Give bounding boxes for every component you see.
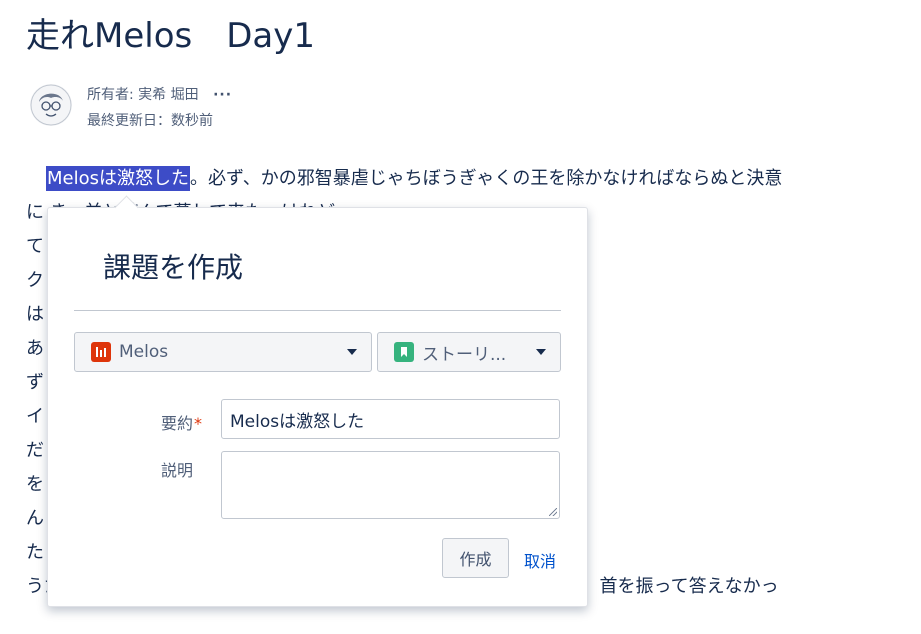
- summary-label-text: 要約: [161, 414, 194, 433]
- avatar[interactable]: [30, 84, 72, 126]
- page-title: 走れMelos Day1: [26, 16, 315, 56]
- selected-text[interactable]: Melosは激怒した: [46, 166, 190, 191]
- required-mark: *: [194, 414, 203, 433]
- more-options-icon[interactable]: ···: [213, 87, 232, 103]
- description-textarea[interactable]: [221, 451, 560, 519]
- dialog-title: 課題を作成: [103, 251, 244, 284]
- last-updated: 最終更新日：数秒前: [87, 113, 213, 129]
- body-line-text: 。必ず、かの邪智暴虐じゃちぼうぎゃくの王を除かなければならぬと決意: [190, 168, 783, 189]
- project-select[interactable]: Melos: [74, 332, 372, 372]
- story-icon: [394, 342, 414, 362]
- issue-type-select[interactable]: ストーリ...: [377, 332, 561, 372]
- owner-text: 所有者: 実希 堀田: [87, 87, 199, 103]
- issue-type-label: ストーリ...: [422, 344, 507, 365]
- create-issue-dialog: 課題を作成 Melos ストーリ... 要約* 説明 作成 取消: [47, 195, 588, 607]
- project-icon: [91, 342, 111, 362]
- create-button[interactable]: 作成: [442, 538, 509, 578]
- chevron-down-icon: [536, 349, 546, 355]
- summary-input[interactable]: [221, 399, 560, 439]
- page-owner: 所有者: 実希 堀田 ···: [87, 84, 232, 104]
- project-select-label: Melos: [119, 342, 169, 362]
- user-avatar-icon: [30, 84, 72, 126]
- summary-label: 要約*: [161, 410, 202, 434]
- divider: [74, 310, 561, 311]
- chevron-down-icon: [347, 349, 357, 355]
- cancel-link[interactable]: 取消: [524, 548, 556, 572]
- body-line: Melosは激怒した。必ず、かの邪智暴虐じゃちぼうぎゃくの王を除かなければならぬ…: [26, 162, 921, 196]
- resize-handle-icon[interactable]: [549, 508, 557, 516]
- description-label: 説明: [161, 461, 194, 480]
